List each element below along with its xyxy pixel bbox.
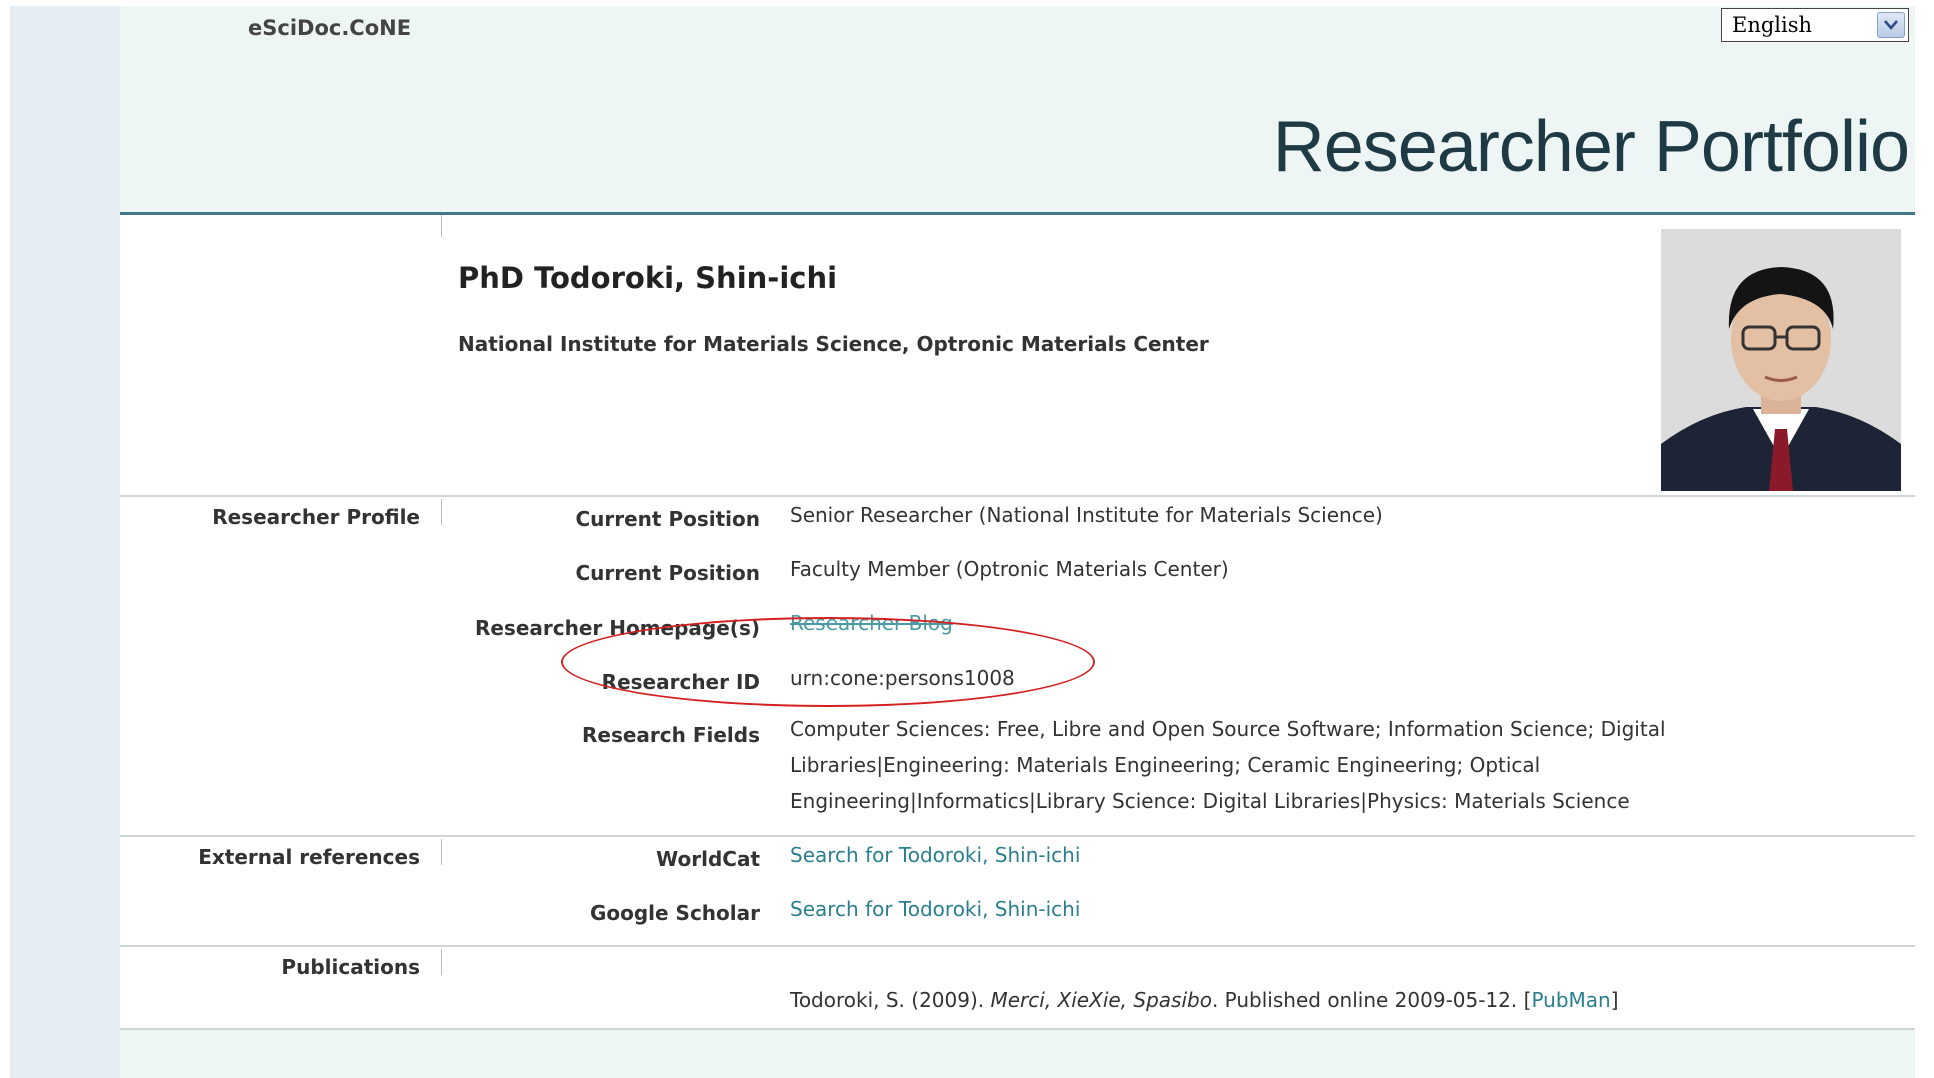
publication-prefix: Todoroki, S. (2009). xyxy=(790,988,991,1012)
column-separator xyxy=(441,949,442,975)
page-title: Researcher Portfolio xyxy=(1272,107,1910,187)
section-label-researcher-profile: Researcher Profile xyxy=(212,505,420,529)
column-separator xyxy=(441,839,442,865)
section-label-publications: Publications xyxy=(281,955,420,979)
pubman-link[interactable]: PubMan xyxy=(1531,988,1610,1012)
highlight-ellipse xyxy=(561,617,1095,707)
person-organization: National Institute for Materials Science… xyxy=(458,332,1209,356)
section-divider xyxy=(120,945,1915,947)
page: eSciDoc.CoNE English Researcher Portfoli… xyxy=(120,6,1915,1078)
portfolio-content: PhD Todoroki, Shin-ichi National Institu… xyxy=(120,215,1915,1030)
outer-left-margin xyxy=(10,6,120,1078)
worldcat-search-link[interactable]: Search for Todoroki, Shin-ichi xyxy=(790,837,1080,873)
field-value-research-fields: Computer Sciences: Free, Libre and Open … xyxy=(790,717,1666,813)
google-scholar-search-link[interactable]: Search for Todoroki, Shin-ichi xyxy=(790,891,1080,927)
person-name: PhD Todoroki, Shin-ichi xyxy=(458,261,838,295)
column-separator xyxy=(441,215,442,237)
app-name: eSciDoc.CoNE xyxy=(248,16,412,40)
chevron-down-icon[interactable] xyxy=(1877,12,1905,38)
language-select[interactable]: English xyxy=(1721,8,1909,42)
publication-item: Todoroki, S. (2009). Merci, XieXie, Spas… xyxy=(790,982,1619,1018)
publication-title: Merci, XieXie, Spasibo xyxy=(990,988,1212,1012)
section-divider xyxy=(120,1028,1915,1030)
person-photo xyxy=(1661,229,1901,491)
section-label-external-references: External references xyxy=(198,845,420,869)
field-value-current-position: Faculty Member (Optronic Materials Cente… xyxy=(790,557,1229,581)
field-label-worldcat: WorldCat xyxy=(656,847,760,871)
field-label-google-scholar: Google Scholar xyxy=(589,901,760,925)
field-label-current-position: Current Position xyxy=(575,561,760,585)
publication-close: ] xyxy=(1610,988,1619,1012)
field-value-current-position: Senior Researcher (National Institute fo… xyxy=(790,503,1383,527)
language-selected: English xyxy=(1732,13,1813,37)
column-separator xyxy=(441,499,442,525)
publication-suffix: . Published online 2009-05-12. [ xyxy=(1211,988,1532,1012)
field-label-research-fields: Research Fields xyxy=(581,723,760,747)
field-label-current-position: Current Position xyxy=(575,507,760,531)
